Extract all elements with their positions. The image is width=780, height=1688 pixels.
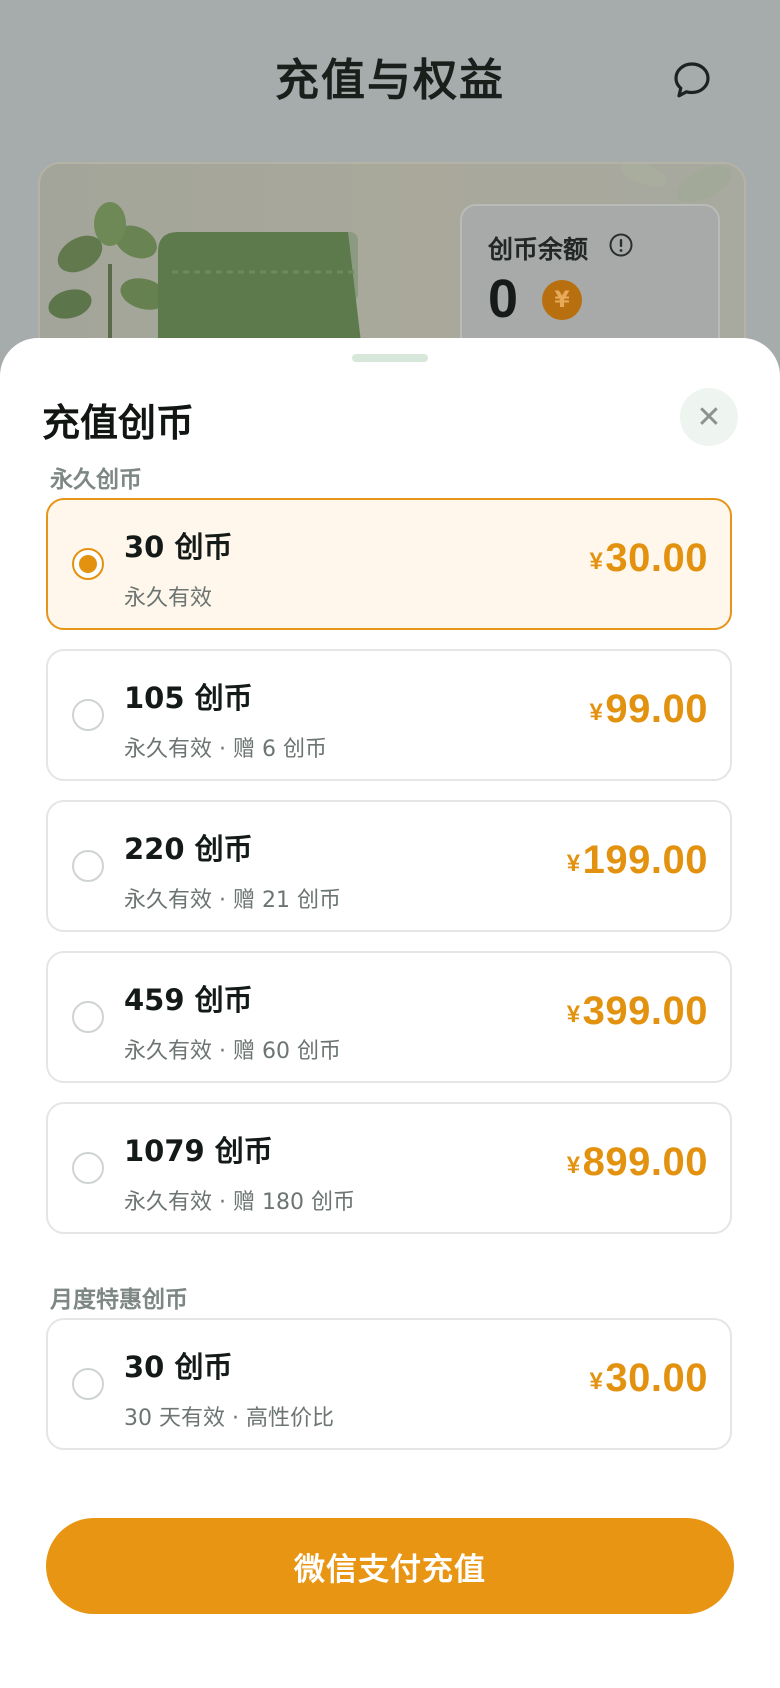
- package-title: 30 创币: [124, 530, 233, 564]
- sheet-title: 充值创币: [42, 401, 195, 445]
- package-subtitle: 永久有效: [124, 586, 213, 611]
- section-label-permanent: 永久创币: [50, 467, 142, 493]
- currency-symbol: ¥: [566, 850, 581, 877]
- balance-label: 创币余额: [488, 235, 589, 264]
- price-value: 199.00: [582, 838, 708, 882]
- radio-button[interactable]: [72, 699, 104, 731]
- package-title: 105 创币: [124, 681, 253, 715]
- close-button[interactable]: ✕: [680, 388, 738, 446]
- package-price: ¥99.00: [590, 687, 708, 732]
- price-value: 30.00: [605, 1356, 708, 1400]
- close-icon: ✕: [696, 399, 722, 435]
- currency-symbol: ¥: [589, 699, 604, 726]
- sheet-drag-handle[interactable]: [352, 354, 428, 362]
- package-price: ¥399.00: [567, 989, 708, 1034]
- package-subtitle: 永久有效 · 赠 180 创币: [124, 1190, 355, 1215]
- price-value: 30.00: [605, 536, 708, 580]
- package-option[interactable]: 30 创币 永久有效 ¥30.00: [46, 498, 732, 630]
- yuan-coin-icon: ¥: [542, 280, 582, 320]
- radio-button[interactable]: [72, 1001, 104, 1033]
- page-title: 充值与权益: [275, 55, 505, 106]
- radio-button[interactable]: [72, 548, 104, 580]
- package-price: ¥199.00: [567, 838, 708, 883]
- price-value: 399.00: [582, 989, 708, 1033]
- package-subtitle: 30 天有效 · 高性价比: [124, 1406, 334, 1431]
- chat-bubble-icon[interactable]: [670, 58, 714, 102]
- wechat-pay-button[interactable]: 微信支付充值: [46, 1518, 734, 1614]
- price-value: 99.00: [605, 687, 708, 731]
- package-title: 220 创币: [124, 832, 253, 866]
- currency-symbol: ¥: [566, 1152, 581, 1179]
- package-option[interactable]: 220 创币 永久有效 · 赠 21 创币 ¥199.00: [46, 800, 732, 932]
- balance-value: 0: [488, 269, 519, 329]
- recharge-sheet: 充值创币 ✕ 永久创币 30 创币 永久有效 ¥30.00 105 创币 永久有…: [0, 338, 780, 1688]
- package-price: ¥30.00: [590, 1356, 708, 1401]
- radio-button[interactable]: [72, 850, 104, 882]
- section-label-monthly: 月度特惠创币: [50, 1287, 188, 1313]
- package-title: 30 创币: [124, 1350, 233, 1384]
- package-option[interactable]: 30 创币 30 天有效 · 高性价比 ¥30.00: [46, 1318, 732, 1450]
- info-icon[interactable]: [608, 232, 634, 258]
- package-option[interactable]: 105 创币 永久有效 · 赠 6 创币 ¥99.00: [46, 649, 732, 781]
- package-price: ¥899.00: [567, 1140, 708, 1185]
- package-option[interactable]: 1079 创币 永久有效 · 赠 180 创币 ¥899.00: [46, 1102, 732, 1234]
- currency-symbol: ¥: [589, 548, 604, 575]
- package-subtitle: 永久有效 · 赠 60 创币: [124, 1039, 341, 1064]
- price-value: 899.00: [582, 1140, 708, 1184]
- radio-button[interactable]: [72, 1368, 104, 1400]
- package-title: 1079 创币: [124, 1134, 273, 1168]
- radio-button[interactable]: [72, 1152, 104, 1184]
- currency-symbol: ¥: [566, 1001, 581, 1028]
- currency-symbol: ¥: [589, 1368, 604, 1395]
- package-price: ¥30.00: [590, 536, 708, 581]
- package-subtitle: 永久有效 · 赠 21 创币: [124, 888, 341, 913]
- package-title: 459 创币: [124, 983, 253, 1017]
- package-subtitle: 永久有效 · 赠 6 创币: [124, 737, 327, 762]
- package-option[interactable]: 459 创币 永久有效 · 赠 60 创币 ¥399.00: [46, 951, 732, 1083]
